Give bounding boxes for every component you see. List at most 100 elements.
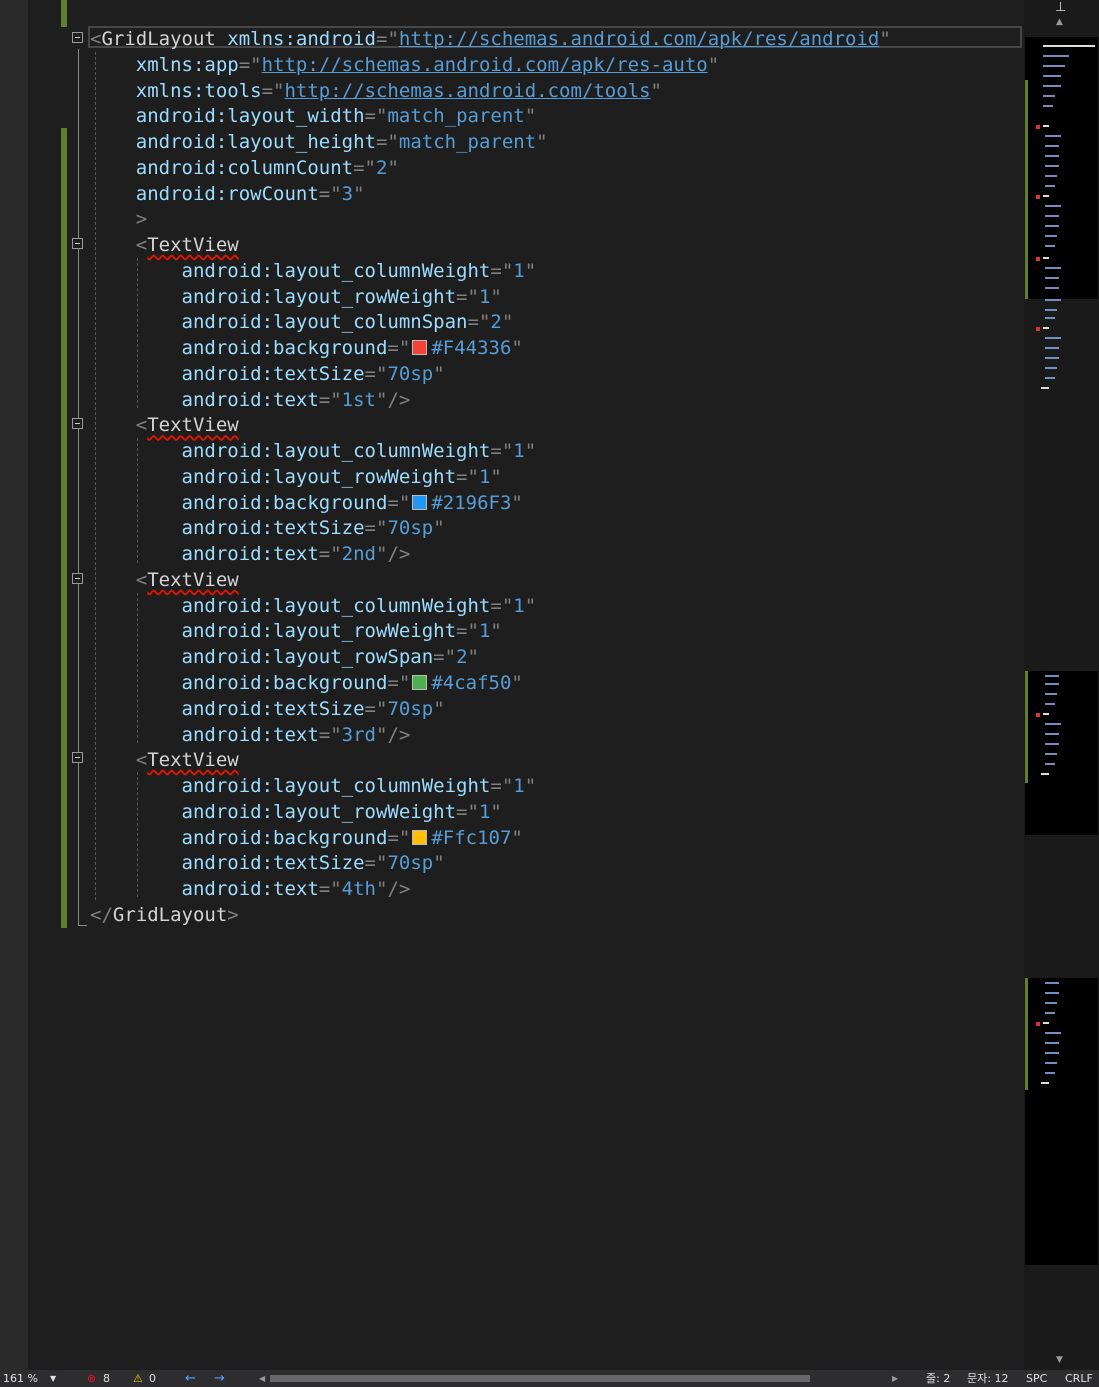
code-token: =" xyxy=(364,362,388,385)
split-icon[interactable]: ⊥ xyxy=(1055,0,1066,15)
minimap-pane[interactable] xyxy=(1025,978,1098,1265)
code-line[interactable]: xmlns:tools="http://schemas.android.com/… xyxy=(90,78,662,104)
code-token: =" xyxy=(490,440,514,463)
code-line[interactable]: android:layout_columnWeight="1" xyxy=(90,438,537,464)
code-token: =" xyxy=(364,105,388,128)
code-line[interactable]: android:layout_columnWeight="1" xyxy=(90,773,537,799)
status-bar: 161 % ▼ ⊗ 8 ⚠ 0 ← → ◀ ▶ 줄: 2 문자: 12 SPC … xyxy=(0,1370,1099,1387)
code-line[interactable]: android:text="3rd"/> xyxy=(90,722,411,748)
code-line[interactable]: android:background=" #4caf50" xyxy=(90,670,523,696)
code-token: android:layout_width xyxy=(90,105,365,128)
scroll-right-icon[interactable]: ▶ xyxy=(892,1370,898,1387)
code-token: 1 xyxy=(513,594,525,617)
code-token: " xyxy=(511,826,523,849)
navigate-back-icon[interactable]: ← xyxy=(185,1370,196,1387)
code-line[interactable]: > xyxy=(90,206,147,232)
code-line[interactable]: android:layout_columnWeight="1" xyxy=(90,258,537,284)
code-line[interactable]: android:textSize="70sp" xyxy=(90,515,445,541)
collapse-icon[interactable] xyxy=(72,32,83,43)
code-token: 3rd xyxy=(341,723,376,746)
code-line[interactable]: android:layout_rowWeight="1" xyxy=(90,618,502,644)
code-line[interactable]: android:textSize="70sp" xyxy=(90,696,445,722)
collapse-icon[interactable] xyxy=(72,573,83,584)
line-ending[interactable]: CRLF xyxy=(1065,1370,1093,1387)
code-line[interactable]: android:text="2nd"/> xyxy=(90,541,411,567)
zoom-level[interactable]: 161 % xyxy=(3,1370,38,1387)
color-swatch-icon[interactable] xyxy=(412,675,428,690)
code-line[interactable]: android:background=" #2196F3" xyxy=(90,490,523,516)
code-line[interactable]: xmlns:app="http://schemas.android.com/ap… xyxy=(90,52,719,78)
code-line[interactable]: android:layout_rowWeight="1" xyxy=(90,464,502,490)
code-line[interactable]: <GridLayout xmlns:android="http://schema… xyxy=(90,26,891,52)
code-token: 1 xyxy=(478,620,491,643)
minimap-viewport[interactable] xyxy=(1025,299,1098,399)
warning-count[interactable]: 0 xyxy=(149,1370,156,1387)
code-line[interactable]: android:background=" #F44336" xyxy=(90,335,523,361)
code-token: " xyxy=(524,775,537,798)
code-line[interactable]: <TextView xyxy=(90,747,239,773)
code-line[interactable]: <TextView xyxy=(90,412,239,438)
scroll-up-icon[interactable]: ▲ xyxy=(1056,17,1063,27)
code-token: android:textSize xyxy=(90,697,365,720)
code-line[interactable]: android:background=" #Ffc107" xyxy=(90,825,523,851)
code-token: " xyxy=(501,311,514,334)
code-line[interactable]: android:rowCount="3" xyxy=(90,181,365,207)
code-line[interactable]: android:layout_height="match_parent" xyxy=(90,129,548,155)
collapse-icon[interactable] xyxy=(72,752,83,763)
code-token: 1 xyxy=(478,465,491,488)
error-count[interactable]: 8 xyxy=(103,1370,110,1387)
error-icon[interactable]: ⊗ xyxy=(87,1370,96,1387)
collapse-icon[interactable] xyxy=(72,238,83,249)
code-token: =" xyxy=(490,594,514,617)
navigate-forward-icon[interactable]: → xyxy=(214,1370,225,1387)
color-swatch-icon[interactable] xyxy=(412,340,428,356)
code-editor[interactable]: <GridLayout xmlns:android="http://schema… xyxy=(0,0,1024,1370)
code-line[interactable]: android:textSize="70sp" xyxy=(90,850,445,876)
code-token: " xyxy=(511,337,523,360)
minimap-pane[interactable] xyxy=(1025,671,1098,835)
char-indicator[interactable]: 문자: 12 xyxy=(967,1370,1008,1387)
code-line[interactable]: android:layout_columnSpan="2" xyxy=(90,309,514,335)
code-token: GridLayout xyxy=(101,28,216,50)
minimap-scrollbar[interactable]: ⊥ ▲ ▼ xyxy=(1024,0,1099,1370)
minimap-change-marker xyxy=(1025,978,1028,1090)
code-token: android:layout_rowWeight xyxy=(90,620,457,643)
code-line[interactable]: <TextView xyxy=(90,567,239,593)
code-line[interactable]: android:layout_width="match_parent" xyxy=(90,103,536,129)
code-line[interactable]: android:textSize="70sp" xyxy=(90,361,445,387)
collapse-icon[interactable] xyxy=(72,418,83,429)
code-token: android:rowCount xyxy=(90,182,319,205)
code-line[interactable]: android:layout_columnWeight="1" xyxy=(90,593,537,619)
code-token: =" xyxy=(433,646,457,669)
code-token: "/> xyxy=(376,388,411,411)
color-swatch-icon[interactable] xyxy=(412,494,428,510)
minimap-pane[interactable] xyxy=(1025,37,1098,299)
code-token: " xyxy=(707,53,720,76)
scroll-left-icon[interactable]: ◀ xyxy=(259,1370,265,1387)
code-line[interactable]: android:text="4th"/> xyxy=(90,876,411,902)
horizontal-scrollbar-thumb[interactable] xyxy=(270,1375,810,1382)
code-token: 4th xyxy=(341,878,376,901)
code-token: =" xyxy=(387,672,411,694)
code-line[interactable]: android:layout_rowWeight="1" xyxy=(90,799,502,825)
code-token: 1 xyxy=(478,285,491,308)
code-token: =" xyxy=(318,723,342,746)
code-token: TextView xyxy=(147,568,239,591)
code-line[interactable]: android:text="1st"/> xyxy=(90,387,411,413)
line-indicator[interactable]: 줄: 2 xyxy=(926,1370,950,1387)
zoom-dropdown-icon[interactable]: ▼ xyxy=(50,1370,56,1387)
code-line[interactable]: <TextView xyxy=(90,232,239,258)
code-line[interactable]: android:layout_rowSpan="2" xyxy=(90,644,479,670)
color-swatch-icon[interactable] xyxy=(412,829,428,845)
code-line[interactable]: android:layout_rowWeight="1" xyxy=(90,284,502,310)
code-token: < xyxy=(90,568,148,591)
code-token: #Ffc107 xyxy=(431,826,512,849)
code-token: android:layout_columnWeight xyxy=(90,775,491,798)
warning-icon[interactable]: ⚠ xyxy=(133,1370,143,1387)
code-token: =" xyxy=(387,826,411,849)
indent-mode[interactable]: SPC xyxy=(1026,1370,1047,1387)
code-line[interactable]: android:columnCount="2" xyxy=(90,155,399,181)
scroll-down-icon[interactable]: ▼ xyxy=(1056,1355,1063,1365)
code-token: 70sp xyxy=(387,697,434,720)
code-line[interactable]: </GridLayout> xyxy=(90,902,239,928)
